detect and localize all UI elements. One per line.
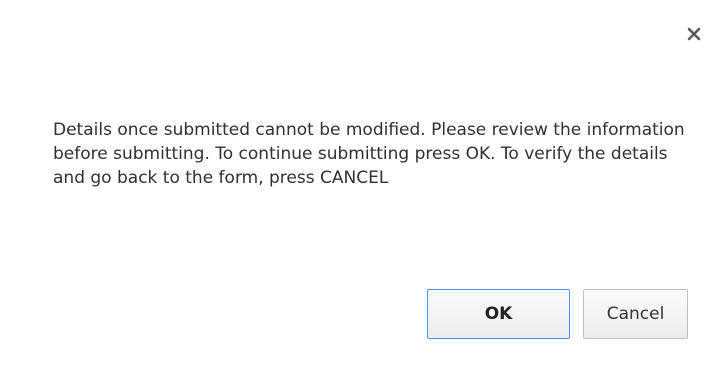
cancel-button-label: Cancel	[606, 304, 665, 324]
close-icon	[687, 27, 701, 41]
ok-button[interactable]: OK	[427, 289, 570, 339]
confirm-dialog: Details once submitted cannot be modifie…	[0, 0, 722, 378]
dialog-title	[40, 29, 546, 95]
close-button[interactable]	[682, 22, 706, 46]
dialog-message: Details once submitted cannot be modifie…	[53, 120, 685, 188]
ok-button-label: OK	[484, 304, 513, 324]
cancel-button[interactable]: Cancel	[583, 289, 688, 339]
